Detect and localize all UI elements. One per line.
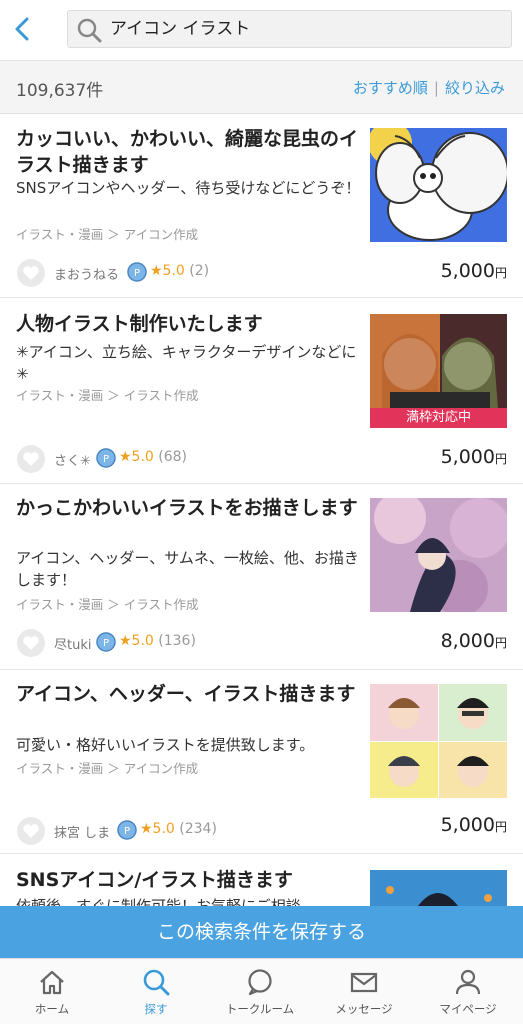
listing-title: アイコン、ヘッダー、イラスト描きます: [16, 683, 356, 705]
seller-row: まおうねる P ★5.0 (2): [16, 258, 356, 288]
price-value: 5,000: [440, 260, 495, 282]
bottom-tab-bar: ホーム 探す トークルーム メッセージ マイページ: [0, 958, 523, 1024]
seller-rank-badge-icon: P: [127, 262, 147, 282]
rating-score: ★5.0: [119, 449, 154, 465]
seller-row: さく✳︎ P ★5.0 (68): [16, 444, 356, 474]
listing-item[interactable]: アイコン、ヘッダー、イラスト描きます 可愛い・格好いいイラストを提供致します。 …: [0, 670, 523, 854]
results-bar: 109,637件 おすすめ順 | 絞り込み: [0, 60, 523, 114]
listing-category: イラスト・漫画 ＞ イラスト作成: [16, 597, 199, 612]
filter-link[interactable]: 絞り込み: [445, 79, 505, 97]
listing-price: 8,000円: [441, 630, 507, 652]
seller-name[interactable]: さく✳︎: [54, 450, 91, 469]
price-value: 8,000: [440, 630, 495, 652]
tab-label: メッセージ: [335, 1002, 393, 1016]
listing-description: 可愛い・格好いいイラストを提供致します。: [16, 736, 315, 754]
listing-description: アイコン、ヘッダー、サムネ、一枚絵、他、お描きします！: [16, 549, 359, 589]
price-currency: 円: [494, 820, 507, 834]
listing-title: カッコいい、かわいい、綺麗な昆虫のイラスト描きます: [16, 128, 359, 176]
tab-home[interactable]: ホーム: [0, 959, 104, 1025]
search-query: アイコン イラスト: [110, 19, 251, 39]
seller-name[interactable]: 尽tuki: [54, 634, 91, 653]
tab-label: トークルーム: [225, 1002, 295, 1016]
price-value: 5,000: [440, 446, 495, 468]
search-icon: [143, 969, 170, 996]
search-icon: [77, 18, 102, 43]
listing-thumbnail: [370, 684, 507, 798]
listing-item[interactable]: かっこかわいいイラストをお描きします アイコン、ヘッダー、サムネ、一枚絵、他、お…: [0, 484, 523, 670]
favorite-heart-icon[interactable]: [16, 258, 46, 288]
favorite-heart-icon[interactable]: [16, 628, 46, 658]
top-bar: アイコン イラスト: [0, 0, 523, 60]
price-currency: 円: [494, 266, 507, 280]
rating-score: ★5.0: [119, 633, 154, 649]
svg-text:P: P: [124, 826, 130, 837]
listing-price: 5,000円: [441, 260, 507, 282]
seller-name[interactable]: まおうねる: [54, 264, 119, 283]
favorite-heart-icon[interactable]: [16, 444, 46, 474]
tab-label: マイページ: [439, 1002, 497, 1016]
listing-thumbnail: [370, 128, 507, 242]
tab-label: ホーム: [34, 1002, 70, 1016]
listing-description: 依頼後、すぐに制作可能！お気軽にご相談: [16, 897, 301, 906]
listing-title: かっこかわいいイラストをお描きします: [16, 497, 358, 519]
tab-label: 探す: [144, 1002, 168, 1016]
svg-text:P: P: [103, 638, 109, 649]
search-input[interactable]: アイコン イラスト: [67, 10, 512, 48]
favorite-heart-icon[interactable]: [16, 816, 46, 846]
listing-item[interactable]: 人物イラスト制作いたします ✳︎アイコン、立ち絵、キャラクターデザインなどに✳︎…: [0, 298, 523, 484]
back-arrow-icon[interactable]: [8, 14, 38, 44]
sort-link[interactable]: おすすめ順: [353, 79, 428, 97]
listing-category: イラスト・漫画 ＞ イラスト作成: [16, 388, 199, 403]
listing-thumbnail: 満枠対応中: [370, 314, 507, 428]
seller-rank-badge-icon: P: [96, 448, 116, 468]
listing-title: SNSアイコン/イラスト描きます: [16, 869, 293, 891]
listing-price: 5,000円: [441, 446, 507, 468]
seller-row: 尽tuki P ★5.0 (136): [16, 628, 356, 658]
tab-search[interactable]: 探す: [104, 959, 208, 1025]
price-currency: 円: [494, 636, 507, 650]
save-search-button[interactable]: この検索条件を保存する: [0, 906, 523, 958]
seller-rank-badge-icon: P: [117, 820, 137, 840]
sort-separator: |: [433, 79, 439, 97]
tab-talkroom[interactable]: トークルーム: [208, 959, 312, 1025]
chat-bubble-icon: [248, 969, 272, 996]
listing-item[interactable]: SNSアイコン/イラスト描きます 依頼後、すぐに制作可能！お気軽にご相談: [0, 854, 523, 906]
review-count: (2): [189, 263, 210, 279]
listing-price: 5,000円: [441, 814, 507, 836]
listing-item[interactable]: カッコいい、かわいい、綺麗な昆虫のイラスト描きます SNSアイコンやヘッダー、待…: [0, 114, 523, 298]
tab-messages[interactable]: メッセージ: [312, 959, 416, 1025]
rating-score: ★5.0: [140, 821, 175, 837]
availability-banner: 満枠対応中: [370, 408, 507, 428]
price-value: 5,000: [440, 814, 495, 836]
seller-rank-badge-icon: P: [96, 632, 116, 652]
review-count: (234): [179, 821, 217, 837]
listing-category: イラスト・漫画 ＞ アイコン作成: [16, 227, 199, 242]
svg-text:P: P: [134, 268, 140, 279]
listing-category: イラスト・漫画 ＞ アイコン作成: [16, 761, 199, 776]
listing-description: SNSアイコンやヘッダー、待ち受けなどにどうぞ！: [16, 179, 361, 197]
price-currency: 円: [494, 452, 507, 466]
mail-icon: [350, 972, 378, 993]
review-count: (68): [158, 449, 188, 465]
tab-mypage[interactable]: マイページ: [416, 959, 520, 1025]
person-icon: [455, 969, 481, 995]
listing-title: 人物イラスト制作いたします: [16, 313, 263, 335]
review-count: (136): [158, 633, 196, 649]
listing-description: ✳︎アイコン、立ち絵、キャラクターデザインなどに✳︎: [16, 343, 357, 383]
svg-text:P: P: [103, 454, 109, 465]
seller-name[interactable]: 抹宮 しま: [54, 822, 110, 841]
seller-row: 抹宮 しま P ★5.0 (234): [16, 816, 356, 846]
results-count: 109,637件: [16, 81, 104, 101]
listing-thumbnail: [370, 870, 507, 906]
listing-thumbnail: [370, 498, 507, 612]
home-icon: [40, 970, 64, 995]
rating-score: ★5.0: [150, 263, 185, 279]
